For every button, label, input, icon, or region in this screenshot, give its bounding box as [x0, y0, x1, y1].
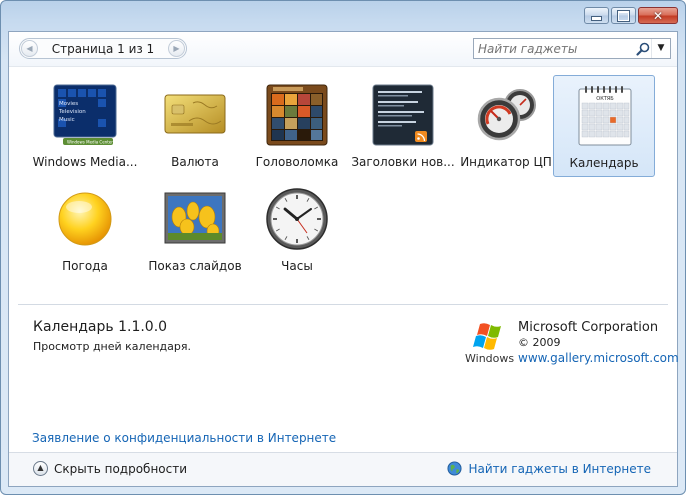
puzzle-icon [266, 84, 328, 146]
search-options-dropdown[interactable]: ▼ [651, 39, 670, 58]
close-icon: ✕ [652, 8, 664, 23]
svg-text:Movies: Movies [59, 101, 78, 107]
page-indicator: Страница 1 из 1 [51, 42, 155, 56]
gadget-label: Валюта [171, 155, 219, 169]
publisher-website-link[interactable]: www.gallery.microsoft.com [518, 351, 679, 365]
gadget-tile-puzzle[interactable]: Головоломка [246, 75, 348, 177]
gadget-tile-windows-media-center[interactable]: Movies Television Music Windows Media Ce… [33, 75, 137, 177]
gadget-label: Погода [62, 259, 108, 273]
gadget-tile-cpu-meter[interactable]: Индикатор ЦП [455, 75, 557, 177]
gadget-gallery-panel: ◀ Страница 1 из 1 ▶ ▼ [8, 31, 679, 487]
gadget-label: Часы [281, 259, 313, 273]
svg-text:Music: Music [59, 117, 75, 123]
page-navigator: ◀ Страница 1 из 1 ▶ [19, 38, 187, 59]
chevron-right-icon: ▶ [173, 44, 180, 53]
gadget-label: Windows Media... [32, 155, 138, 169]
gadget-description: Просмотр дней календаря. [33, 340, 191, 353]
minimize-icon [585, 8, 608, 23]
gadget-title: Календарь 1.1.0.0 [33, 319, 168, 335]
get-gadgets-online-label: Найти гаджеты в Интернете [468, 461, 651, 476]
svg-text:Windows Media Center: Windows Media Center [67, 140, 113, 145]
search-icon[interactable] [635, 41, 651, 57]
maximize-icon [612, 8, 635, 23]
gadget-tile-calendar[interactable]: ОКТЯБ Календарь [553, 75, 655, 177]
search-input[interactable] [478, 40, 628, 57]
close-button[interactable]: ✕ [638, 7, 678, 24]
gadget-tile-currency[interactable]: Валюта [144, 75, 246, 177]
privacy-statement-link[interactable]: Заявление о конфиденциальности в Интерне… [32, 431, 336, 445]
gadget-tile-weather[interactable]: Погода [34, 179, 136, 281]
publisher-name: Microsoft Corporation [518, 320, 659, 335]
gadget-label: Индикатор ЦП [460, 155, 552, 169]
search-box: ▼ [473, 38, 671, 59]
gadget-details: Календарь 1.1.0.0 Просмотр дней календар… [9, 305, 679, 455]
footer-bar: ▲ Скрыть подробности Найти гаджеты в Инт… [9, 452, 677, 486]
hide-details-button[interactable]: ▲ Скрыть подробности [33, 461, 187, 476]
svg-text:Windows: Windows [465, 352, 514, 365]
gadget-label: Показ слайдов [148, 259, 242, 273]
gadget-label: Головоломка [255, 155, 339, 169]
caption-buttons: ✕ [582, 7, 678, 24]
svg-text:ОКТЯБ: ОКТЯБ [596, 96, 614, 102]
clock-icon [266, 188, 328, 250]
gadget-label: Заголовки нов... [351, 155, 455, 169]
chevron-down-icon: ▼ [657, 43, 665, 53]
currency-card-icon [164, 94, 226, 134]
maximize-button[interactable] [611, 7, 636, 24]
news-feed-icon [372, 84, 434, 146]
hide-details-label: Скрыть подробности [54, 461, 188, 476]
gadget-tile-slideshow[interactable]: Показ слайдов [144, 179, 246, 281]
windows-media-center-icon: Movies Television Music Windows Media Ce… [53, 84, 117, 145]
gadget-grid: Movies Television Music Windows Media Ce… [9, 67, 677, 302]
chevron-up-icon: ▲ [33, 461, 48, 476]
toolbar: ◀ Страница 1 из 1 ▶ ▼ [9, 32, 677, 67]
gadget-tile-news-headlines[interactable]: Заголовки нов... [351, 75, 455, 177]
weather-sun-icon [58, 192, 112, 246]
globe-icon [447, 461, 463, 476]
calendar-icon: ОКТЯБ [578, 86, 632, 146]
get-gadgets-online-link[interactable]: Найти гаджеты в Интернете [447, 461, 651, 476]
cpu-meter-icon [477, 89, 536, 141]
slideshow-icon [164, 192, 226, 244]
svg-text:Television: Television [58, 109, 86, 115]
minimize-button[interactable] [584, 7, 609, 24]
gadgets-window: ✕ ◀ Страница 1 из 1 ▶ ▼ [0, 0, 686, 495]
gadget-label: Календарь [569, 156, 639, 170]
gadget-tile-clock[interactable]: Часы [246, 179, 348, 281]
copyright-text: © 2009 [518, 336, 561, 349]
next-page-button[interactable]: ▶ [168, 40, 185, 57]
windows-logo-icon: Windows [465, 323, 514, 365]
